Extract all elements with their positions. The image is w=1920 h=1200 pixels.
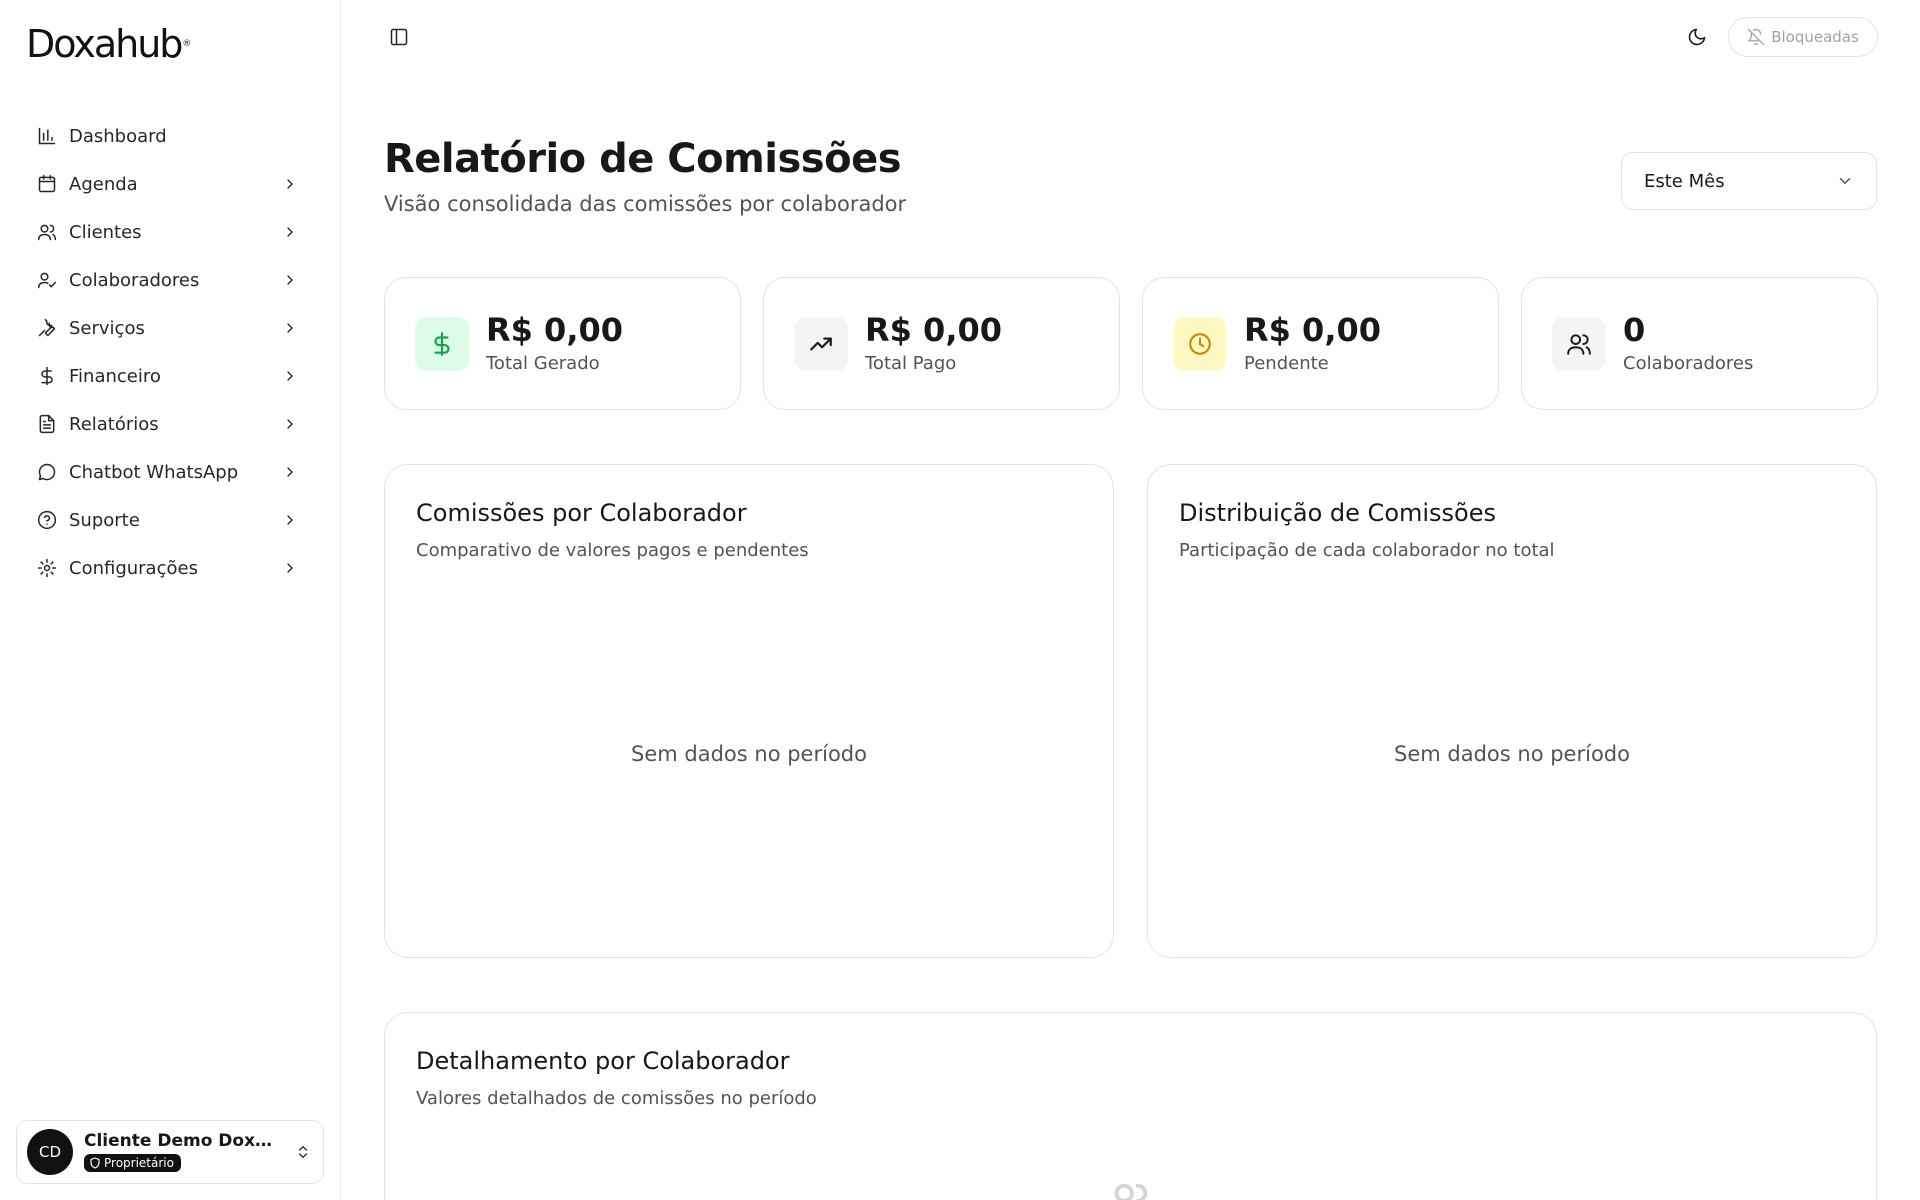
sidebar-item-label: Financeiro bbox=[69, 365, 161, 387]
bar-chart-icon bbox=[36, 125, 58, 147]
stat-label: Total Gerado bbox=[486, 353, 600, 375]
panel-left-icon bbox=[389, 27, 409, 47]
chevron-right-icon bbox=[280, 510, 300, 530]
chat-bubble-icon bbox=[36, 461, 58, 483]
sidebar-item-suporte[interactable]: Suporte bbox=[16, 500, 312, 540]
commission-distribution-panel: Distribuição de Comissões Participação d… bbox=[1147, 464, 1877, 958]
moon-icon bbox=[1687, 27, 1707, 47]
role-label: Proprietário bbox=[104, 1156, 174, 1170]
panel-subtitle: Valores detalhados de comissões no perío… bbox=[416, 1088, 817, 1109]
sidebar-item-label: Suporte bbox=[69, 509, 140, 531]
panel-title: Detalhamento por Colaborador bbox=[416, 1047, 790, 1075]
user-check-icon bbox=[36, 269, 58, 291]
calendar-icon bbox=[36, 173, 58, 195]
sidebar-nav: Dashboard Agenda Clientes Colaboradores bbox=[16, 116, 312, 596]
panel-subtitle: Participação de cada colaborador no tota… bbox=[1179, 540, 1555, 561]
users-icon bbox=[1107, 1178, 1153, 1200]
stat-label: Total Pago bbox=[865, 353, 957, 375]
sidebar-item-financeiro[interactable]: Financeiro bbox=[16, 356, 312, 396]
logo-text: Doxahub bbox=[26, 22, 183, 66]
page-title: Relatório de Comissões bbox=[384, 136, 902, 182]
brand-logo[interactable]: Doxahub ® bbox=[26, 22, 191, 66]
stat-value: 0 bbox=[1623, 310, 1646, 349]
sidebar-item-dashboard[interactable]: Dashboard bbox=[16, 116, 312, 156]
sidebar-item-label: Colaboradores bbox=[69, 269, 200, 291]
dollar-icon bbox=[415, 316, 469, 371]
file-text-icon bbox=[36, 413, 58, 435]
chevron-right-icon bbox=[280, 414, 300, 434]
chevrons-up-down-icon bbox=[293, 1140, 313, 1164]
sidebar-item-label: Configurações bbox=[69, 557, 198, 579]
bell-off-icon bbox=[1747, 28, 1765, 46]
sidebar-item-label: Agenda bbox=[69, 173, 138, 195]
sidebar-item-label: Chatbot WhatsApp bbox=[69, 461, 239, 483]
help-circle-icon bbox=[36, 509, 58, 531]
blocked-notifications-button[interactable]: Bloqueadas bbox=[1728, 17, 1878, 57]
sidebar-item-colaboradores[interactable]: Colaboradores bbox=[16, 260, 312, 300]
stat-value: R$ 0,00 bbox=[486, 310, 623, 349]
sidebar-item-label: Relatórios bbox=[69, 413, 159, 435]
dollar-icon bbox=[36, 365, 58, 387]
registered-mark: ® bbox=[182, 39, 192, 49]
sidebar-item-label: Serviços bbox=[69, 317, 145, 339]
trending-up-icon bbox=[794, 316, 848, 371]
user-name: Cliente Demo Doxa... bbox=[84, 1131, 274, 1151]
stat-card-total-pago: R$ 0,00 Total Pago bbox=[763, 277, 1120, 410]
sidebar-item-agenda[interactable]: Agenda bbox=[16, 164, 312, 204]
panel-title: Comissões por Colaborador bbox=[416, 499, 747, 527]
stat-label: Pendente bbox=[1244, 353, 1329, 375]
chevron-right-icon bbox=[280, 558, 300, 578]
users-icon bbox=[1552, 316, 1606, 371]
sidebar-item-label: Dashboard bbox=[69, 125, 167, 147]
gear-icon bbox=[36, 557, 58, 579]
role-badge: Proprietário bbox=[84, 1154, 181, 1172]
panel-subtitle: Comparativo de valores pagos e pendentes bbox=[416, 540, 809, 561]
stat-card-total-gerado: R$ 0,00 Total Gerado bbox=[384, 277, 741, 410]
user-menu[interactable]: CD Cliente Demo Doxa... Proprietário bbox=[16, 1120, 324, 1184]
chevron-right-icon bbox=[280, 270, 300, 290]
stat-card-pendente: R$ 0,00 Pendente bbox=[1142, 277, 1499, 410]
sidebar-item-relatorios[interactable]: Relatórios bbox=[16, 404, 312, 444]
sidebar-item-clientes[interactable]: Clientes bbox=[16, 212, 312, 252]
avatar: CD bbox=[27, 1129, 73, 1175]
sidebar: Doxahub ® Dashboard Agenda Clientes Cola… bbox=[0, 0, 341, 1200]
chevron-right-icon bbox=[280, 318, 300, 338]
period-select[interactable]: Este Mês bbox=[1621, 152, 1877, 210]
chevron-right-icon bbox=[280, 222, 300, 242]
sidebar-item-chatbot-whatsapp[interactable]: Chatbot WhatsApp bbox=[16, 452, 312, 492]
panel-title: Distribuição de Comissões bbox=[1179, 499, 1497, 527]
blocked-label: Bloqueadas bbox=[1771, 28, 1859, 46]
stat-value: R$ 0,00 bbox=[865, 310, 1002, 349]
sidebar-toggle-button[interactable] bbox=[386, 24, 412, 50]
chevron-right-icon bbox=[280, 462, 300, 482]
empty-state: Sem dados no período bbox=[631, 742, 867, 766]
sidebar-item-label: Clientes bbox=[69, 221, 142, 243]
clock-icon bbox=[1173, 316, 1227, 371]
wrench-icon bbox=[36, 317, 58, 339]
user-info: Cliente Demo Doxa... Proprietário bbox=[84, 1131, 293, 1173]
stat-card-colaboradores: 0 Colaboradores bbox=[1521, 277, 1878, 410]
chevron-down-icon bbox=[1836, 172, 1854, 190]
commissions-by-collaborator-panel: Comissões por Colaborador Comparativo de… bbox=[384, 464, 1114, 958]
collaborator-detail-panel: Detalhamento por Colaborador Valores det… bbox=[384, 1012, 1877, 1200]
chevron-right-icon bbox=[280, 174, 300, 194]
stat-value: R$ 0,00 bbox=[1244, 310, 1381, 349]
users-icon bbox=[36, 221, 58, 243]
sidebar-item-servicos[interactable]: Serviços bbox=[16, 308, 312, 348]
chevron-right-icon bbox=[280, 366, 300, 386]
stat-label: Colaboradores bbox=[1623, 353, 1754, 375]
theme-toggle-button[interactable] bbox=[1684, 24, 1710, 50]
period-value: Este Mês bbox=[1644, 170, 1725, 192]
sidebar-item-configuracoes[interactable]: Configurações bbox=[16, 548, 312, 588]
shield-icon bbox=[89, 1157, 101, 1169]
page-subtitle: Visão consolidada das comissões por cola… bbox=[384, 192, 907, 216]
empty-state: Sem dados no período bbox=[1394, 742, 1630, 766]
